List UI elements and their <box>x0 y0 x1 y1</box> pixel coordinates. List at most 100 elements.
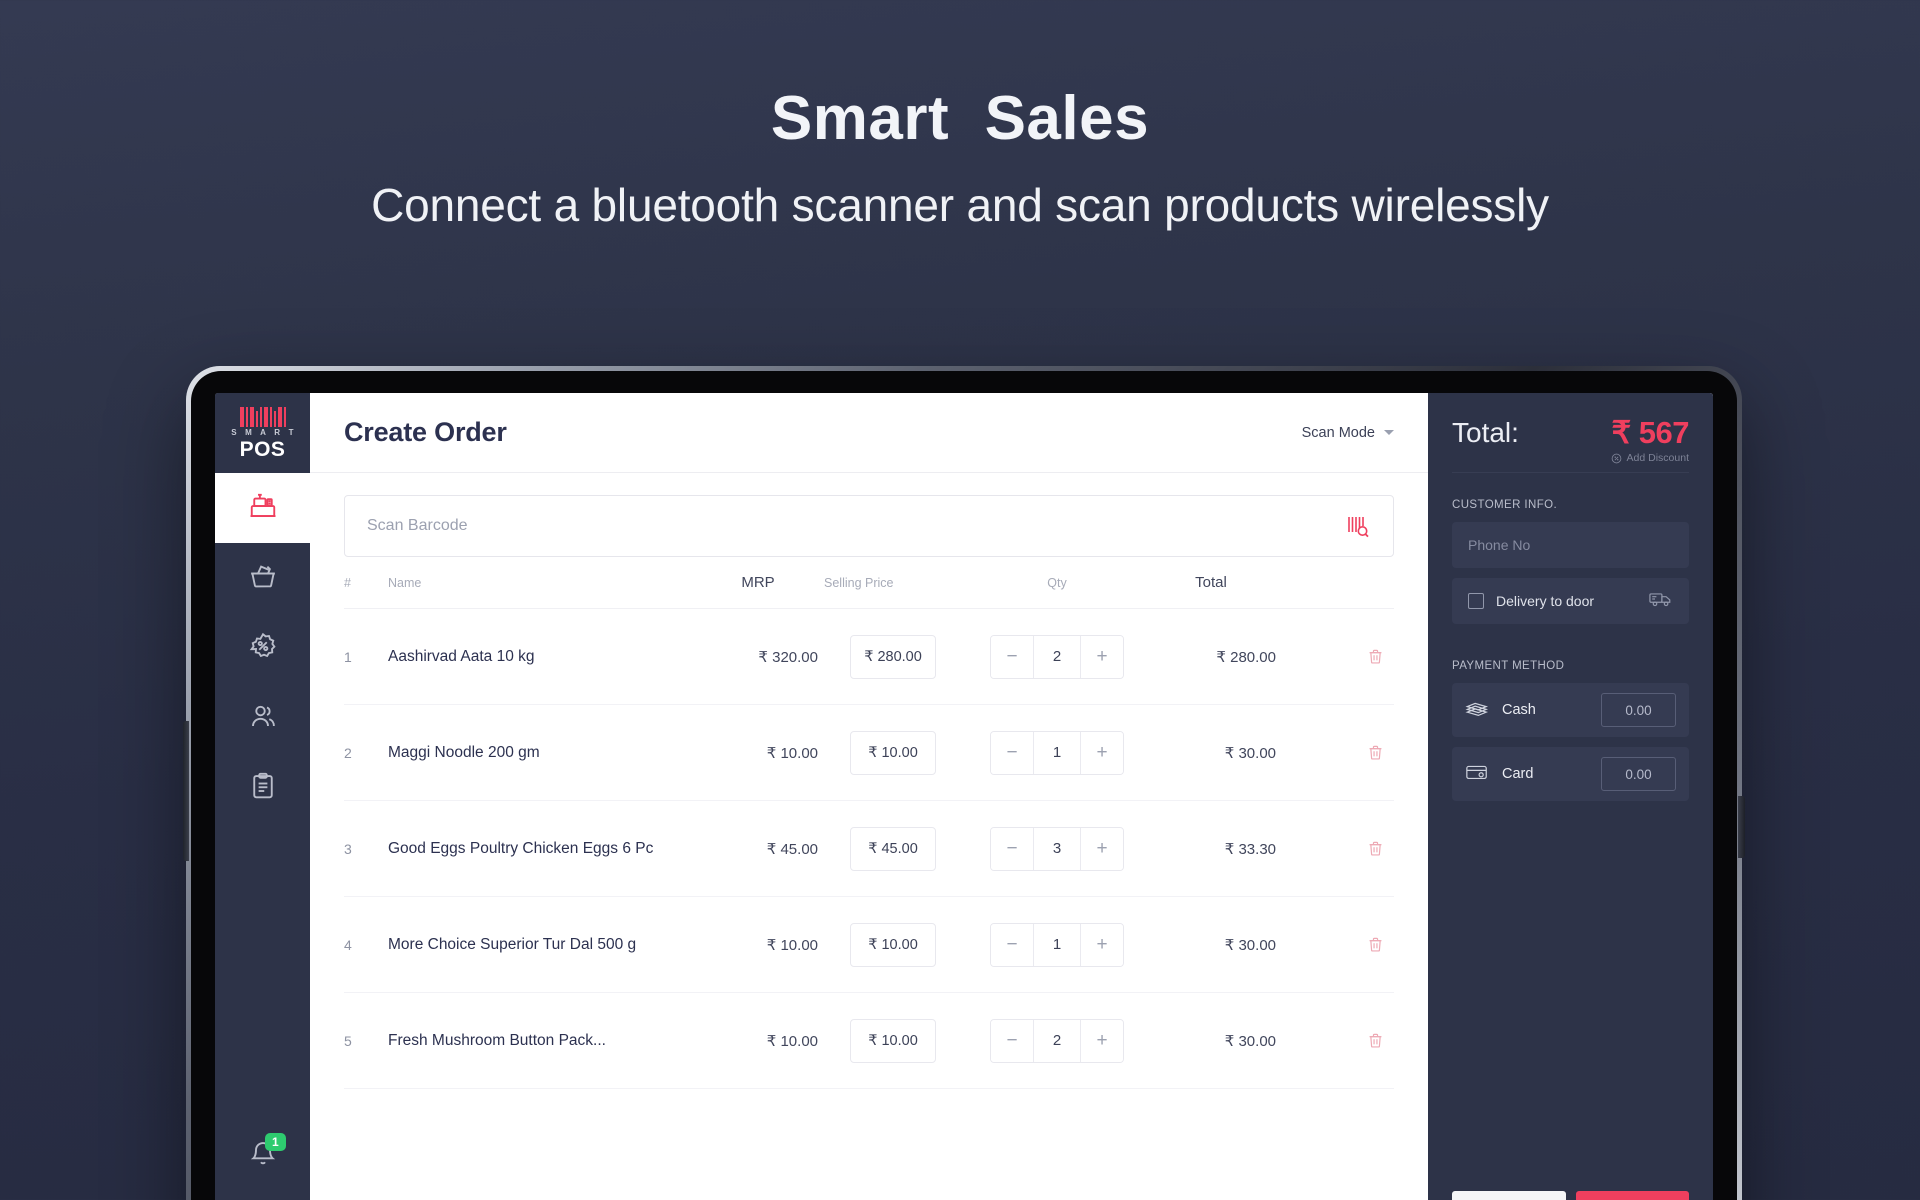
row-qty-stepper: −1 + <box>990 922 1124 967</box>
panel-spacer <box>1452 811 1689 1191</box>
payment-row-cash[interactable]: Cash <box>1452 683 1689 737</box>
scan-barcode-input[interactable] <box>367 517 1343 535</box>
column-header-mrp: MRP <box>741 574 775 591</box>
trash-icon <box>1369 649 1382 664</box>
row-product-name: Good Eggs Poultry Chicken Eggs 6 Pc <box>388 839 654 857</box>
sidebar-item-cash-register[interactable] <box>215 473 310 543</box>
table-body: 1 Aashirvad Aata 10 kg ₹ 320.00 ₹ 280.00−2 +… <box>344 609 1394 1089</box>
qty-increase-button[interactable]: + <box>1081 1019 1123 1062</box>
trash-icon <box>1369 937 1382 952</box>
delivery-to-door-row[interactable]: Delivery to door <box>1452 578 1689 624</box>
panel-actions: Cancel Done <box>1452 1191 1689 1200</box>
row-mrp: ₹ 10.00 <box>766 744 818 762</box>
qty-increase-button[interactable]: + <box>1081 731 1123 774</box>
logo-brand-main: POS <box>239 437 286 461</box>
sidebar-item-basket[interactable] <box>215 543 310 613</box>
payment-row-card[interactable]: Card <box>1452 747 1689 801</box>
sidebar: S M A R T POS 1 <box>215 393 310 1200</box>
payment-amount-cash[interactable] <box>1601 693 1676 727</box>
trash-icon <box>1369 1033 1382 1048</box>
row-total: ₹ 30.00 <box>1224 744 1276 762</box>
tablet-screen-bezel: S M A R T POS 1 Create Order Scan Mode S… <box>191 371 1737 1200</box>
customer-info-label: CUSTOMER INFO. <box>1452 499 1558 511</box>
qty-decrease-button[interactable]: − <box>991 1019 1033 1062</box>
hero-section: Smart Sales Connect a bluetooth scanner … <box>0 0 1920 231</box>
main-header: Create Order Scan Mode <box>310 393 1428 473</box>
notification-badge: 1 <box>265 1133 286 1152</box>
column-header-total: Total <box>1195 574 1227 591</box>
row-selling-price-input[interactable]: ₹ 45.00 <box>850 826 936 871</box>
payment-name-cash: Cash <box>1502 702 1536 718</box>
phone-input[interactable] <box>1468 537 1673 553</box>
chevron-down-icon <box>1384 430 1394 435</box>
delete-row-button[interactable] <box>1363 1028 1388 1053</box>
qty-decrease-button[interactable]: − <box>991 635 1033 678</box>
order-items-table: # Name MRP Selling Price Qty Total 1 Aash… <box>310 557 1428 1200</box>
qty-decrease-button[interactable]: − <box>991 827 1033 870</box>
row-product-name: Maggi Noodle 200 gm <box>388 743 540 761</box>
delivery-label: Delivery to door <box>1496 593 1595 609</box>
column-header-selling: Selling Price <box>824 575 894 590</box>
payment-amount-card[interactable] <box>1601 757 1676 791</box>
column-header-index: # <box>344 575 351 590</box>
row-mrp: ₹ 45.00 <box>766 840 818 858</box>
row-qty-value: 1 <box>1033 731 1081 774</box>
phone-field[interactable] <box>1452 522 1689 568</box>
delete-row-button[interactable] <box>1363 740 1388 765</box>
app-screen: S M A R T POS 1 Create Order Scan Mode S… <box>215 393 1713 1200</box>
row-product-name: More Choice Superior Tur Dal 500 g <box>388 935 637 953</box>
sidebar-item-discount[interactable] <box>215 613 310 683</box>
scan-barcode-box[interactable] <box>344 495 1394 557</box>
delete-row-button[interactable] <box>1363 932 1388 957</box>
hero-title: Smart Sales <box>770 84 1150 153</box>
cancel-button[interactable]: Cancel <box>1452 1191 1566 1200</box>
barcode-scan-icon[interactable] <box>1343 512 1371 540</box>
row-selling-price-input[interactable]: ₹ 280.00 <box>850 634 936 679</box>
add-discount-button[interactable]: Add Discount <box>1611 452 1689 464</box>
trash-icon <box>1369 745 1382 760</box>
pos-application: S M A R T POS 1 Create Order Scan Mode S… <box>215 393 1713 1200</box>
done-button[interactable]: Done <box>1575 1191 1689 1200</box>
qty-increase-button[interactable]: + <box>1081 635 1123 678</box>
payment-method-label: PAYMENT METHOD <box>1452 660 1565 672</box>
qty-decrease-button[interactable]: − <box>991 731 1033 774</box>
row-total: ₹ 30.00 <box>1224 1032 1276 1050</box>
sidebar-item-reports[interactable] <box>215 753 310 823</box>
table-row: 5 Fresh Mushroom Button Pack... ₹ 10.00 ₹ 1… <box>344 993 1394 1089</box>
delete-row-button[interactable] <box>1363 644 1388 669</box>
customers-icon <box>248 701 278 736</box>
sidebar-item-customers[interactable] <box>215 683 310 753</box>
row-mrp: ₹ 320.00 <box>758 648 818 666</box>
row-qty-value: 2 <box>1033 1019 1081 1062</box>
table-row: 3 Good Eggs Poultry Chicken Eggs 6 Pc ₹ 45… <box>344 801 1394 897</box>
qty-increase-button[interactable]: + <box>1081 827 1123 870</box>
row-selling-price-input[interactable]: ₹ 10.00 <box>850 730 936 775</box>
delivery-truck-icon <box>1649 590 1673 613</box>
row-product-name: Aashirvad Aata 10 kg <box>388 647 535 665</box>
row-index: 1 <box>344 648 352 665</box>
row-total: ₹ 280.00 <box>1216 648 1276 666</box>
row-selling-price-input[interactable]: ₹ 10.00 <box>850 922 936 967</box>
row-index: 5 <box>344 1032 352 1049</box>
sidebar-item-notifications[interactable]: 1 <box>215 1121 310 1191</box>
qty-increase-button[interactable]: + <box>1081 923 1123 966</box>
table-header-row: # Name MRP Selling Price Qty Total <box>344 557 1394 609</box>
row-selling-price-input[interactable]: ₹ 10.00 <box>850 1018 936 1063</box>
row-index: 3 <box>344 840 352 857</box>
credit-card-icon <box>1465 762 1489 787</box>
sidebar-item-settings[interactable] <box>215 1191 310 1200</box>
row-qty-value: 2 <box>1033 635 1081 678</box>
scan-mode-dropdown[interactable]: Scan Mode <box>1302 425 1394 441</box>
scan-mode-label: Scan Mode <box>1301 424 1375 441</box>
qty-decrease-button[interactable]: − <box>991 923 1033 966</box>
tablet-volume-button <box>183 721 189 861</box>
total-row: Total: ₹ 567 Add Discount <box>1452 393 1689 473</box>
cash-icon <box>1465 698 1489 723</box>
row-qty-stepper: −3 + <box>990 826 1124 871</box>
app-logo[interactable]: S M A R T POS <box>215 393 310 473</box>
delete-row-button[interactable] <box>1363 836 1388 861</box>
payment-name-card: Card <box>1502 766 1534 782</box>
delivery-checkbox[interactable] <box>1468 593 1484 609</box>
barcode-icon <box>239 406 286 427</box>
row-index: 2 <box>344 744 352 761</box>
